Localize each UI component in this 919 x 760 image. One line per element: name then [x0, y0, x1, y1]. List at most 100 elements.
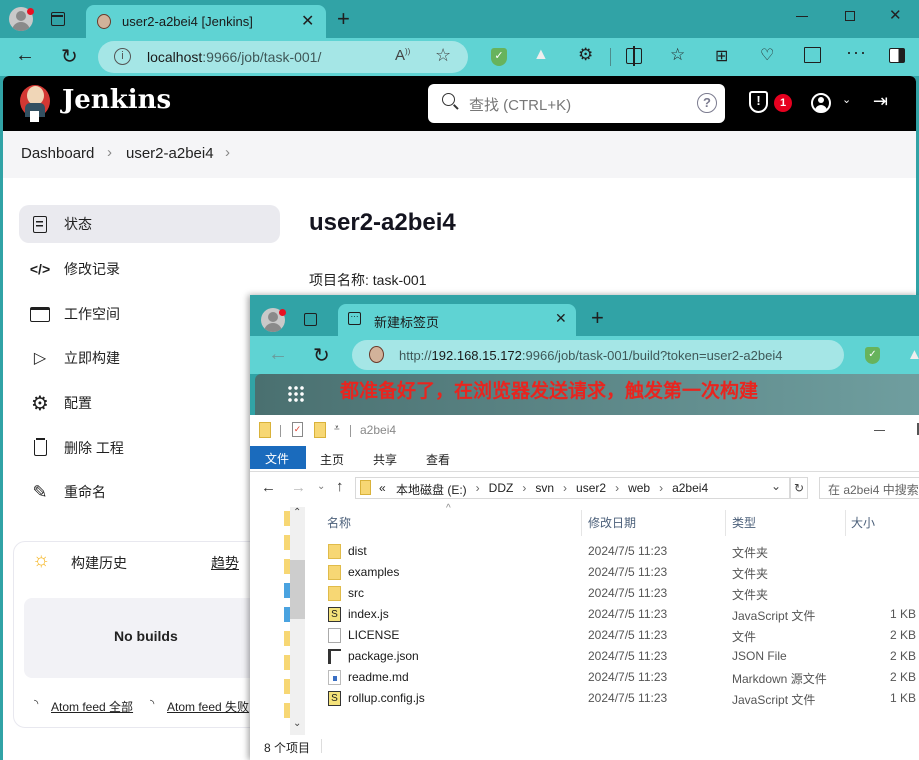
search-help-icon[interactable]: ?: [697, 93, 717, 113]
properties-icon[interactable]: ✓: [292, 422, 303, 437]
outer-address-bar[interactable]: i localhost:9966/job/task-001/ A)) ☆: [98, 41, 468, 73]
atom-feed-failed-link[interactable]: Atom feed 失败: [167, 698, 249, 715]
path-segment[interactable]: DDZ: [489, 481, 514, 498]
breadcrumb-job[interactable]: user2-a2bei4: [126, 145, 214, 162]
jenkins-logo-icon[interactable]: [20, 83, 52, 123]
mountain-extension-icon[interactable]: ▲: [907, 346, 919, 363]
sidebar-item-changes[interactable]: </> 修改记录: [19, 250, 280, 288]
breadcrumb-dashboard[interactable]: Dashboard: [21, 145, 94, 162]
search-box[interactable]: 查找 (CTRL+K) ?: [428, 84, 725, 123]
path-overflow-icon[interactable]: «: [379, 481, 386, 495]
ribbon-tab-home[interactable]: 主页: [320, 451, 344, 468]
tab-actions-icon[interactable]: [304, 313, 317, 326]
path-segment[interactable]: 本地磁盘 (E:): [396, 481, 467, 498]
tab-actions-icon[interactable]: [51, 12, 65, 26]
browser-essentials-icon[interactable]: ♡: [760, 45, 774, 65]
path-separator-icon[interactable]: ›: [522, 481, 526, 498]
alert-count-badge[interactable]: 1: [774, 94, 792, 112]
file-row[interactable]: readme.md 2024/7/5 11:23 Markdown 源文件 2 KB: [250, 667, 919, 688]
adguard-extension-icon[interactable]: ✓: [865, 347, 880, 364]
close-tab-icon[interactable]: ✕: [301, 11, 314, 31]
app-launcher-grid-icon[interactable]: [287, 385, 305, 403]
sidebar-item-workspace[interactable]: 工作空间: [19, 295, 280, 333]
atom-feed-all-link[interactable]: Atom feed 全部: [51, 698, 133, 715]
close-window-icon[interactable]: ✕: [889, 6, 902, 24]
maximize-icon[interactable]: [845, 11, 855, 21]
user-menu-chevron-icon[interactable]: ⌄: [842, 93, 851, 106]
adguard-extension-icon[interactable]: ✓: [491, 48, 507, 66]
recent-locations-icon[interactable]: ⌄: [317, 481, 325, 492]
sidebar-item-status[interactable]: 状态: [19, 205, 280, 243]
user-account-icon[interactable]: [811, 93, 831, 113]
back-icon[interactable]: ←: [268, 343, 288, 366]
sidebar-item-configure[interactable]: ⚙ 配置: [19, 384, 280, 422]
path-separator-icon[interactable]: ›: [563, 481, 567, 498]
file-row[interactable]: Srollup.config.js 2024/7/5 11:23 JavaScrip…: [250, 688, 919, 709]
extensions-puzzle-icon[interactable]: ⚙: [578, 45, 593, 65]
split-screen-icon[interactable]: [626, 46, 642, 66]
file-name: readme.md: [348, 670, 409, 684]
site-info-icon[interactable]: i: [114, 48, 131, 65]
refresh-path-button[interactable]: ↻: [790, 477, 808, 499]
file-date: 2024/7/5 11:23: [588, 607, 668, 621]
path-separator-icon[interactable]: ›: [615, 481, 619, 498]
new-tab-icon[interactable]: +: [591, 305, 604, 331]
up-icon[interactable]: ↑: [336, 478, 344, 495]
forward-icon[interactable]: →: [291, 479, 306, 496]
back-icon[interactable]: ←: [261, 479, 276, 496]
file-row[interactable]: LICENSE 2024/7/5 11:23 文件 2 KB: [250, 625, 919, 646]
path-segment[interactable]: svn: [535, 481, 554, 498]
file-row[interactable]: Sindex.js 2024/7/5 11:23 JavaScript 文件 1 KB: [250, 604, 919, 625]
qa-dropdown-icon[interactable]: ⩡: [334, 423, 340, 434]
path-separator-icon[interactable]: ›: [659, 481, 663, 498]
address-path-bar[interactable]: « 本地磁盘 (E:) › DDZ › svn › user2 › web › a2bei4 ⌄: [355, 477, 790, 499]
minimize-icon[interactable]: [796, 16, 808, 17]
sidebar-item-rename[interactable]: ✎ 重命名: [19, 473, 280, 511]
reading-mode-icon[interactable]: [804, 47, 821, 63]
mountain-extension-icon[interactable]: ▲: [533, 46, 549, 64]
minimize-icon[interactable]: [874, 430, 885, 431]
trend-link[interactable]: 趋势: [211, 553, 239, 573]
path-segment[interactable]: web: [628, 481, 650, 498]
path-separator-icon[interactable]: ›: [476, 481, 480, 498]
ribbon-tab-view[interactable]: 查看: [426, 451, 450, 468]
close-tab-icon[interactable]: ✕: [555, 310, 567, 327]
inner-address-bar[interactable]: http://192.168.15.172:9966/job/task-001/…: [352, 340, 844, 370]
file-row[interactable]: package.json 2024/7/5 11:23 JSON File 2 KB: [250, 646, 919, 667]
security-shield-icon[interactable]: !: [749, 91, 768, 113]
explorer-search-box[interactable]: 在 a2bei4 中搜索: [819, 477, 919, 499]
column-header-date[interactable]: 修改日期: [588, 514, 636, 531]
path-segment[interactable]: user2: [576, 481, 606, 498]
back-icon[interactable]: ←: [15, 44, 35, 67]
scroll-up-icon[interactable]: ⌃: [293, 507, 301, 518]
column-header-name[interactable]: 名称: [327, 514, 351, 531]
refresh-icon[interactable]: ↻: [313, 343, 330, 368]
path-dropdown-icon[interactable]: ⌄: [771, 479, 781, 493]
read-aloud-icon[interactable]: A)): [395, 47, 410, 64]
ribbon-tab-share[interactable]: 共享: [373, 451, 397, 468]
breadcrumb-separator-icon[interactable]: ›: [225, 144, 230, 161]
path-segment[interactable]: a2bei4: [672, 481, 708, 498]
file-row[interactable]: examples 2024/7/5 11:23 文件夹: [250, 562, 919, 583]
new-tab-icon[interactable]: +: [337, 6, 350, 32]
inner-tab-active[interactable]: ··· 新建标签页 ✕: [338, 304, 576, 336]
sidebar-toggle-icon[interactable]: [889, 48, 905, 63]
jenkins-brand[interactable]: Jenkins: [62, 85, 171, 115]
column-header-size[interactable]: 大小: [851, 514, 875, 531]
outer-tab-active[interactable]: user2-a2bei4 [Jenkins] ✕: [86, 5, 326, 38]
no-builds-panel: No builds: [24, 598, 264, 678]
file-name: index.js: [348, 607, 389, 621]
logout-icon[interactable]: ⇥: [873, 91, 888, 112]
file-row[interactable]: src 2024/7/5 11:23 文件夹: [250, 583, 919, 604]
new-folder-icon[interactable]: [314, 422, 326, 438]
ribbon-tab-file[interactable]: 文件: [250, 446, 306, 469]
collections-icon[interactable]: ⊞: [715, 46, 728, 66]
sidebar-item-build-now[interactable]: ▷ 立即构建: [19, 339, 280, 377]
column-header-type[interactable]: 类型: [732, 514, 756, 531]
file-row[interactable]: dist 2024/7/5 11:23 文件夹: [250, 541, 919, 562]
refresh-icon[interactable]: ↻: [61, 44, 78, 69]
favorites-icon[interactable]: ☆: [670, 45, 685, 65]
more-menu-icon[interactable]: ···: [846, 42, 867, 63]
favorite-star-icon[interactable]: ☆: [435, 45, 451, 66]
sidebar-item-delete[interactable]: 删除 工程: [19, 429, 280, 467]
